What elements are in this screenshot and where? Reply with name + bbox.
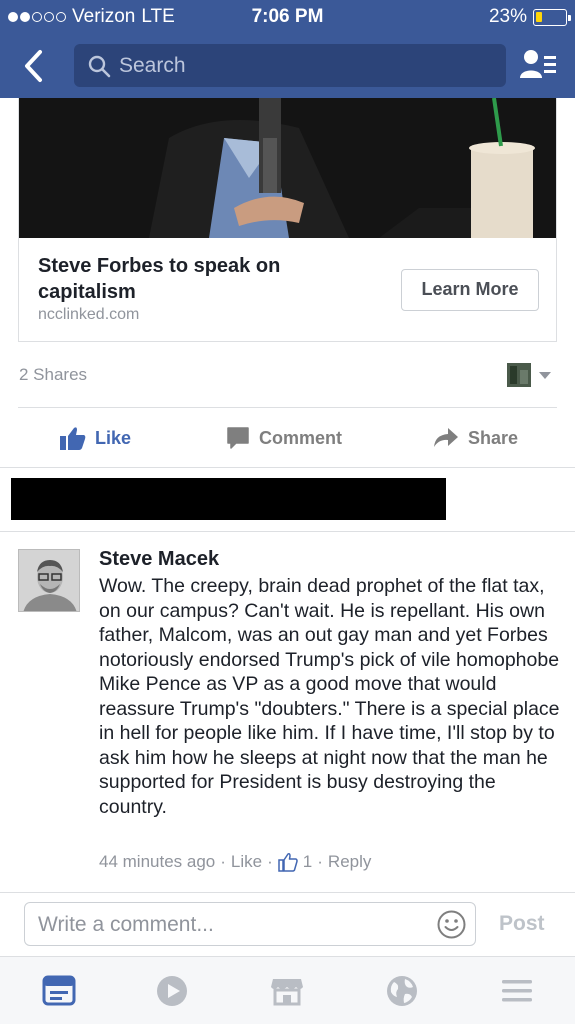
post-button[interactable]: Post [499,912,545,936]
meta-separator: · [317,852,323,871]
comment-button[interactable]: Comment [226,425,342,451]
shares-count[interactable]: 2 Shares [19,365,87,385]
comment-timestamp[interactable]: 44 minutes ago [99,852,215,872]
comment-reply-link[interactable]: Reply [328,852,371,872]
learn-more-button[interactable]: Learn More [401,269,539,311]
search-input[interactable]: Search [74,44,506,87]
share-button[interactable]: Share [433,425,518,451]
facebook-post-screen: Verizon LTE 7:06 PM 23% Search Steve For… [0,0,575,1024]
comment-input-placeholder: Write a comment... [38,913,214,936]
globe-icon[interactable] [385,974,419,1008]
bottom-tab-bar [0,956,575,1024]
like-button[interactable]: Like [60,425,131,451]
search-icon [88,55,111,78]
chevron-left-icon [25,50,42,82]
redacted-block [11,478,446,520]
comment-author[interactable]: Steve Macek [99,548,219,571]
divider [18,407,557,408]
emoji-icon[interactable] [437,910,466,939]
comment-input[interactable]: Write a comment... [24,902,476,946]
meta-separator: · [220,852,226,871]
page-avatar-dropdown-icon [507,363,551,387]
marketplace-icon[interactable] [270,974,304,1008]
link-preview-card[interactable]: Steve Forbes to speak on capitalism nccl… [18,98,557,342]
comment-body: Wow. The creepy, brain dead prophet of t… [99,575,560,818]
nav-bar: Search [0,36,575,98]
link-preview-image[interactable] [19,98,556,238]
comment-like-link[interactable]: Like [231,852,262,872]
friend-list-icon [520,50,556,78]
divider [0,467,575,468]
like-label: Like [95,427,132,448]
divider [0,531,575,532]
share-label: Share [468,427,519,448]
comment-meta: 44 minutes ago · Like · 1 · Reply [99,852,371,872]
comment-icon [227,427,249,449]
meta-separator: · [267,852,273,871]
page-selector-button[interactable] [507,362,553,388]
battery-percent: 23% [488,6,527,27]
comment-label: Comment [259,427,343,448]
menu-icon[interactable] [500,974,534,1008]
status-bar: Verizon LTE 7:06 PM 23% [0,0,575,36]
link-domain: ncclinked.com [38,306,140,323]
video-icon[interactable] [155,974,189,1008]
status-right: 23% [488,6,571,28]
commenter-avatar[interactable] [18,549,80,612]
back-button[interactable] [18,48,52,84]
battery-icon [533,8,571,26]
share-arrow-icon [434,428,458,447]
friend-list-button[interactable] [520,48,558,82]
link-title[interactable]: Steve Forbes to speak on capitalism [38,253,368,305]
divider [0,892,575,893]
news-feed-icon[interactable] [42,974,76,1008]
thumbs-up-icon [60,427,86,450]
thumbs-up-outline-icon[interactable] [278,852,298,872]
comment-like-count[interactable]: 1 [303,852,312,872]
search-placeholder: Search [119,54,186,77]
